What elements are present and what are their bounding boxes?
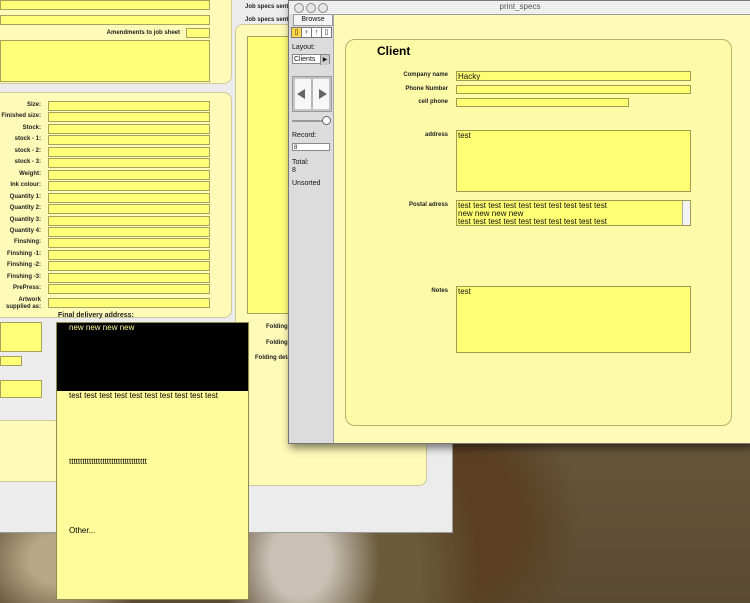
total-label: Total: [292,159,309,166]
left-textarea[interactable] [0,322,42,352]
spec-field[interactable] [48,135,210,145]
client-panel: Client Company name Hacky Phone Number c… [345,39,732,426]
cell-phone-label: cell phone [418,99,448,105]
address-label: address [424,132,448,138]
spec-label: Ink colour: [10,182,41,188]
spec-label: Quantity 3: [9,217,41,223]
bottom-left-panel [0,420,62,482]
spec-field[interactable] [48,227,210,237]
spec-field[interactable] [48,124,210,134]
top-field[interactable] [0,0,210,10]
delivery-highlight-block [57,323,248,391]
artwork-field[interactable] [48,298,210,308]
artwork-label-2: supplied as: [5,304,41,310]
postal-address-label: Postal adress [408,202,448,208]
delivery-line-1: new new new new [69,323,135,332]
company-name-label: Company name [403,72,448,78]
folding-label-3: Folding detai [255,355,293,361]
spec-label: Stock: [22,125,41,131]
folding-textarea[interactable] [247,36,289,314]
client-heading: Client [377,44,411,58]
spec-label: Quantity 4: [9,228,41,234]
artwork-label: Artwork [18,297,41,303]
company-name-field[interactable]: Hacky [456,71,691,81]
spec-field[interactable] [48,216,210,226]
spec-label: Quantity 2: [9,205,41,211]
top-field-2[interactable] [0,15,210,25]
title-bar[interactable]: print_specs [289,1,750,15]
spec-label: stock - 1: [14,136,41,142]
spec-field[interactable] [48,147,210,157]
spec-label: PrePress: [12,285,41,291]
phone-field[interactable] [456,85,691,94]
address-value: test [458,131,471,140]
left-textarea-2[interactable] [0,380,42,398]
browse-mode-tab[interactable]: Browse [293,14,333,26]
job-specs-sent-label: Job specs sent [245,4,289,10]
postal-scrollbar[interactable] [682,201,690,225]
spec-label: stock - 3: [14,159,41,165]
postal-line-3: test test test test test test test test … [458,217,607,226]
print-specs-window[interactable]: print_specs Browse ▯ ♀ ↑ ▯ Layout: Clien… [288,0,750,444]
phone-label: Phone Number [405,86,448,92]
spec-label: Finished size: [1,113,41,119]
spec-label: Finshing -2: [7,262,41,268]
layout-label: Layout: [292,44,315,51]
spec-field[interactable] [48,273,210,283]
spec-field[interactable] [48,238,210,248]
record-number-field[interactable]: 8 [292,143,330,151]
record-book-icon[interactable] [292,76,332,112]
spec-field[interactable] [48,101,210,111]
job-specs-sent-label-2: Job specs sent [245,17,289,23]
spec-field[interactable] [48,204,210,214]
window-title: print_specs [499,2,541,11]
notes-field[interactable]: test [456,286,691,353]
sort-status: Unsorted [292,180,321,187]
spec-label: Finshing: [14,239,41,245]
spec-label: Finshing -1: [7,251,41,257]
spec-label: Size: [26,102,41,108]
amendments-textarea[interactable] [0,40,210,82]
address-field[interactable]: test [456,130,691,192]
delivery-address-panel[interactable]: new new new new test test test test test… [56,322,249,600]
cell-phone-field[interactable] [456,98,629,107]
status-area: Browse ▯ ♀ ↑ ▯ Layout: Clients ▶ Record:… [289,14,334,443]
left-field[interactable] [0,356,22,366]
spec-label: Finshing -3: [7,274,41,280]
spec-field[interactable] [48,181,210,191]
notes-value: test [458,287,471,296]
record-slider-knob[interactable] [322,116,331,125]
spec-field[interactable] [48,170,210,180]
spec-label: Quantity 1: [9,194,41,200]
spec-field[interactable] [48,158,210,168]
spec-field[interactable] [48,284,210,294]
preview-tool-icon[interactable]: ▯ [321,27,332,38]
amendments-field[interactable] [186,28,210,38]
delivery-line-2: test test test test test test test test … [69,391,218,400]
spec-field[interactable] [48,193,210,203]
amendments-label: Amendments to job sheet [106,30,180,36]
layout-popup[interactable]: Clients ▶ [292,54,330,65]
popup-arrow-icon: ▶ [320,55,329,65]
spec-label: stock - 2: [14,148,41,154]
spec-label: Weight: [19,171,41,177]
total-value: 8 [292,167,296,174]
spec-field[interactable] [48,250,210,260]
layout-popup-value: Clients [294,56,316,63]
record-label: Record: [292,132,317,139]
delivery-line-3: ttttttttttttttttttttttttttttttttttt [69,457,147,466]
delivery-line-4: Other... [69,526,96,535]
postal-address-field[interactable]: test test test test test test test test … [456,200,691,226]
spec-field[interactable] [48,261,210,271]
spec-field[interactable] [48,112,210,122]
notes-label: Notes [431,288,448,294]
final-delivery-label: Final delivery address: [58,312,134,319]
